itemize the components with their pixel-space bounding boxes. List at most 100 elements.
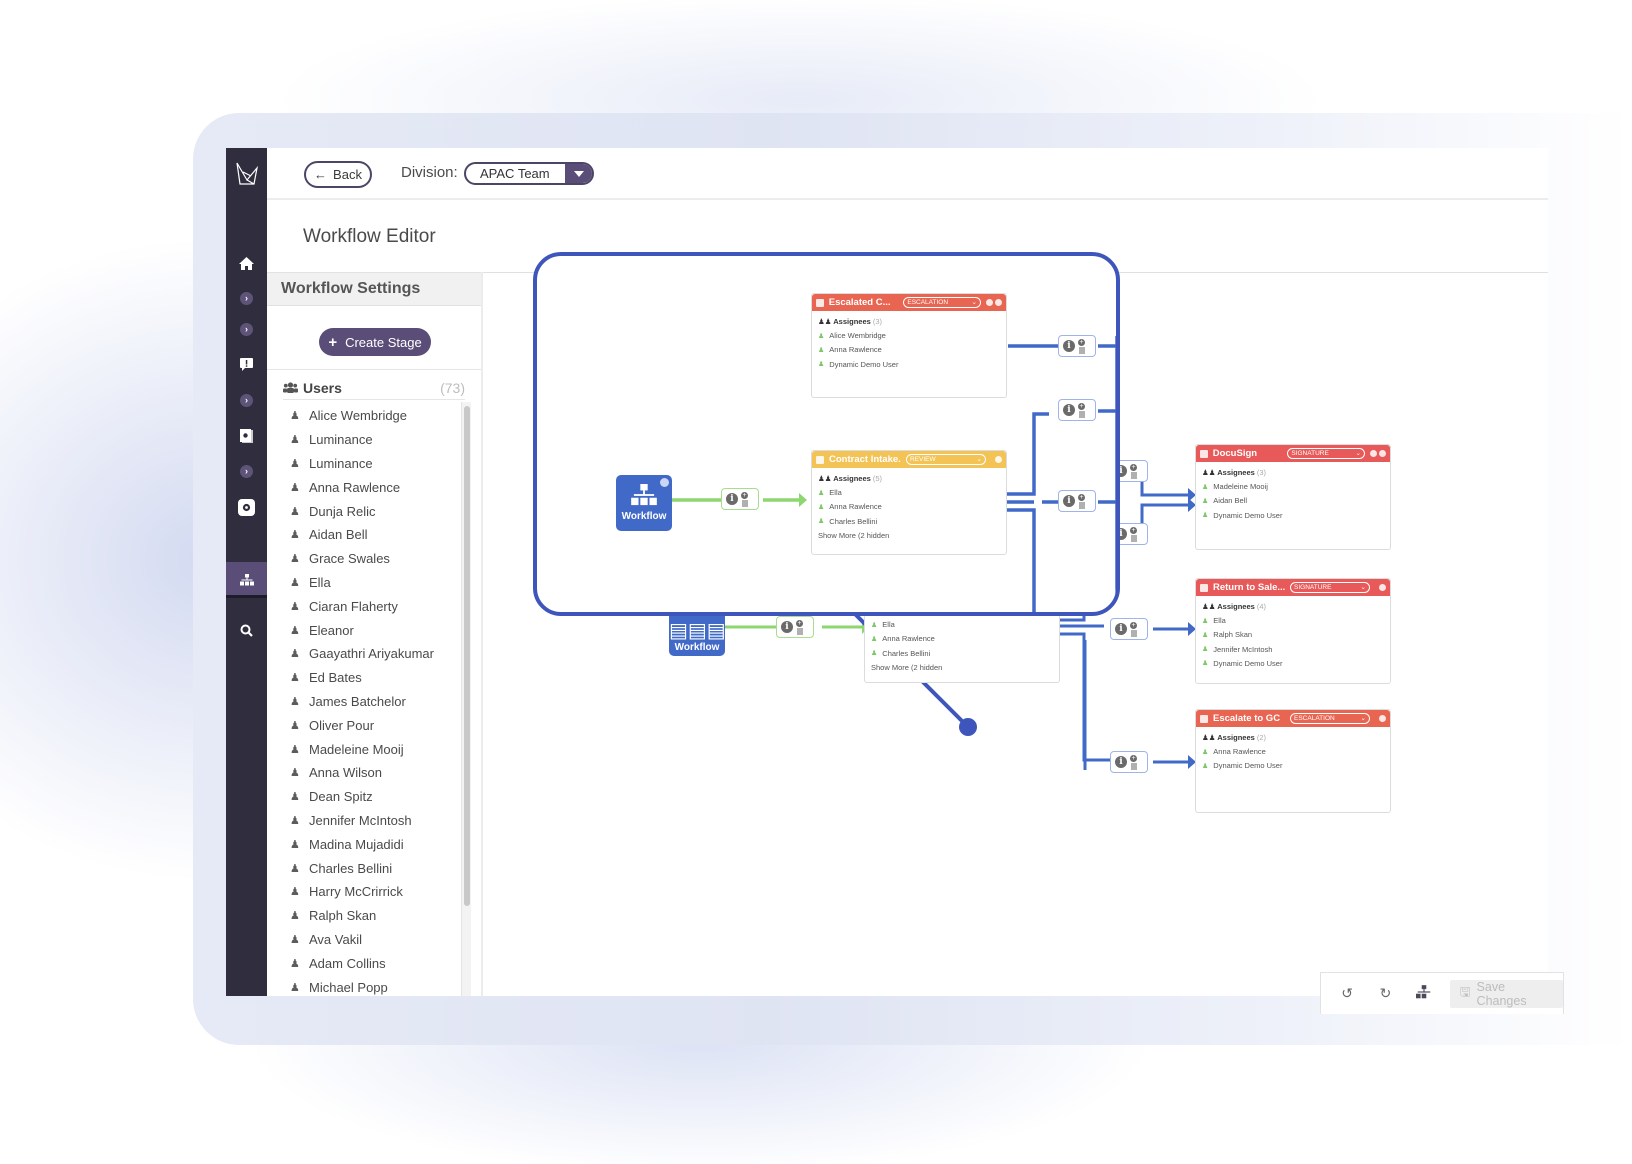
user-list-item[interactable]: ♟ Ralph Skan (283, 904, 471, 928)
info-icon[interactable]: i (1063, 340, 1075, 352)
info-icon[interactable]: i (781, 621, 793, 633)
add-icon[interactable]: + (1078, 338, 1085, 346)
add-icon[interactable]: + (1130, 526, 1137, 534)
user-list-item[interactable]: ♟ Alice Wembridge (283, 404, 471, 428)
add-icon[interactable]: + (796, 619, 803, 627)
user-list-item[interactable]: ♟ Dunja Relic (283, 499, 471, 523)
stage-type-select[interactable]: REVIEW ⌄ (906, 454, 986, 465)
connector-escalated[interactable]: i + (1058, 335, 1096, 357)
user-list-item[interactable]: ♟ Madeleine Mooij (283, 737, 471, 761)
add-icon[interactable]: + (1078, 493, 1085, 501)
stage-type-select[interactable]: SIGNATURE ⌄ (1290, 582, 1370, 593)
connector-green-base[interactable]: i + (776, 616, 814, 638)
workflow-node[interactable]: Workflow (616, 475, 672, 531)
connector-gc[interactable]: i + (1110, 751, 1148, 773)
user-list-item[interactable]: ♟ James Batchelor (283, 690, 471, 714)
connector-intake-middle[interactable]: i + (1058, 490, 1096, 512)
trash-icon[interactable] (1130, 629, 1137, 637)
user-list-item[interactable]: ♟ Oliver Pour (283, 713, 471, 737)
user-list-item[interactable]: ♟ Dean Spitz (283, 785, 471, 809)
trash-icon[interactable] (1078, 410, 1085, 418)
user-list-item[interactable]: ♟ Ed Bates (283, 666, 471, 690)
user-list-item[interactable]: ♟ Anna Wilson (283, 761, 471, 785)
user-list-item[interactable]: ♟ Harry McCrirrick (283, 880, 471, 904)
user-list-item[interactable]: ♟ Ella (283, 571, 471, 595)
user-list-item[interactable]: ♟ Gaayathri Ariyakumar (283, 642, 471, 666)
stage-card-docusign[interactable]: DocuSign SIGNATURE ⌄ ♟♟ Assignees (3) ♟ Mad… (1195, 444, 1391, 550)
delete-stage-icon[interactable] (1379, 584, 1386, 591)
add-stage-icon[interactable] (1370, 450, 1377, 457)
stage-type-select[interactable]: ESCALATION ⌄ (903, 297, 981, 308)
user-list-item[interactable]: ♟ Aidan Bell (283, 523, 471, 547)
user-list-item[interactable]: ♟ Ava Vakil (283, 928, 471, 952)
user-list-item[interactable]: ♟ Charles Bellini (283, 856, 471, 880)
stage-card-return[interactable]: Return to Sale... SIGNATURE ⌄ ♟♟ Assignee… (1195, 578, 1391, 684)
expand-icon[interactable]: › (226, 316, 267, 342)
stage-card-escalated[interactable]: Escalated C... ESCALATION ⌄ ♟♟ Assignees … (811, 293, 1007, 398)
delete-stage-icon[interactable] (995, 299, 1002, 306)
home-icon[interactable] (226, 250, 267, 276)
trash-icon[interactable] (741, 499, 748, 507)
add-stage-icon[interactable] (986, 299, 993, 306)
expand-icon[interactable]: › (226, 285, 267, 311)
trash-icon[interactable] (796, 627, 803, 635)
auto-layout-icon[interactable] (1410, 985, 1438, 1002)
delete-stage-icon[interactable] (1379, 450, 1386, 457)
stage-type-select[interactable]: SIGNATURE ⌄ (1287, 448, 1365, 459)
trash-icon[interactable] (1078, 346, 1085, 354)
user-list-scrollbar[interactable] (461, 402, 471, 996)
info-icon[interactable]: i (726, 493, 738, 505)
add-icon[interactable]: + (1130, 463, 1137, 471)
add-icon[interactable] (660, 478, 669, 487)
show-more-link[interactable]: Show More (2 hidden (818, 531, 1000, 540)
info-icon[interactable]: i (1115, 756, 1127, 768)
create-stage-button[interactable]: + Create Stage (319, 328, 431, 356)
document-settings-icon[interactable] (226, 423, 267, 449)
connector-intake-upper[interactable]: i + (1058, 399, 1096, 421)
trash-icon[interactable] (1078, 501, 1085, 509)
trash-icon[interactable] (1130, 762, 1137, 770)
user-list-item[interactable]: ♟ Luminance (283, 428, 471, 452)
redo-icon[interactable]: ↻ (1371, 985, 1399, 1002)
undo-icon[interactable]: ↺ (1333, 985, 1361, 1002)
logo-icon[interactable] (234, 160, 260, 188)
user-list-item[interactable]: ♟ Eleanor (283, 618, 471, 642)
show-more-link[interactable]: Show More (2 hidden (871, 663, 1053, 672)
user-list-item[interactable]: ♟ Madina Mujadidi (283, 832, 471, 856)
user-list-item[interactable]: ♟ Ciaran Flaherty (283, 594, 471, 618)
settings-icon[interactable] (226, 494, 267, 520)
alert-icon[interactable] (226, 352, 267, 378)
back-button[interactable]: ← Back (304, 161, 372, 188)
add-icon[interactable]: + (1078, 402, 1085, 410)
trash-icon[interactable] (1130, 471, 1137, 479)
info-icon[interactable]: i (1115, 623, 1127, 635)
user-list-item[interactable]: ♟ Jennifer McIntosh (283, 809, 471, 833)
stage-type-select[interactable]: ESCALATION ⌄ (1290, 713, 1370, 724)
info-icon[interactable]: i (1063, 404, 1075, 416)
delete-stage-icon[interactable] (1379, 715, 1386, 722)
stage-card-intake[interactable]: Contract Intake. REVIEW ⌄ ♟♟ Assignees (5… (811, 450, 1007, 555)
add-stage-icon[interactable] (995, 456, 1002, 463)
stage-card-gc[interactable]: Escalate to GC ESCALATION ⌄ ♟♟ Assignees … (1195, 709, 1391, 813)
expand-icon[interactable]: › (226, 458, 267, 484)
add-icon[interactable]: + (741, 491, 748, 499)
stage-card-intake-base[interactable]: ♟ Ella ♟ Anna Rawlence ♟ Charles Bellini Show … (864, 606, 1060, 683)
user-list-item[interactable]: ♟ Michael Popp (283, 975, 471, 996)
save-changes-button[interactable]: 🖫 Save Changes (1449, 979, 1563, 1008)
search-icon[interactable] (226, 617, 267, 643)
connector-green[interactable]: i + (721, 488, 759, 510)
connector-return[interactable]: i + (1110, 618, 1148, 640)
expand-icon[interactable]: › (226, 387, 267, 413)
add-icon[interactable]: + (1130, 621, 1137, 629)
user-list-item[interactable]: ♟ Anna Rawlence (283, 475, 471, 499)
info-icon[interactable]: i (1063, 495, 1075, 507)
user-list-item[interactable]: ♟ Grace Swales (283, 547, 471, 571)
user-name: Alice Wembridge (309, 408, 408, 424)
scrollbar-thumb[interactable] (464, 406, 470, 906)
workflow-icon[interactable] (226, 567, 267, 593)
user-list-item[interactable]: ♟ Adam Collins (283, 951, 471, 975)
user-list-item[interactable]: ♟ Luminance (283, 452, 471, 476)
trash-icon[interactable] (1130, 534, 1137, 542)
add-icon[interactable]: + (1130, 754, 1137, 762)
division-select[interactable]: APAC Team (464, 162, 594, 185)
